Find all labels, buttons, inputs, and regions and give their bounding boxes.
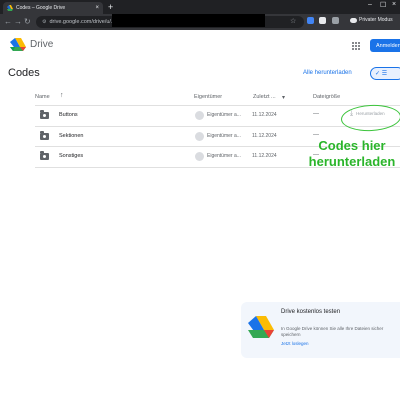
annotation-text: Codes hier herunterladen [304,138,400,170]
extension-icon[interactable] [307,17,314,24]
sort-arrow-up-icon[interactable]: ↑ [60,92,64,99]
folder-name: Sektionen [59,133,84,139]
file-size: — [313,111,319,117]
window-close-icon[interactable]: × [392,1,396,8]
view-toggle[interactable]: ✓ ☰ [370,67,400,80]
drive-promo-card: Drive kostenlos testen In Google Drive k… [241,302,400,358]
new-tab-button[interactable]: + [108,3,113,12]
site-info-icon[interactable]: ⚙ [42,19,46,25]
shared-folder-icon [40,151,49,160]
owner-name: Eigentümer a... [207,153,241,159]
browser-tabstrip: Codes – Google Drive × + – ☐ × [0,0,400,14]
side-panel-icon[interactable] [332,17,339,24]
maximize-icon[interactable]: ☐ [380,1,386,9]
column-header-size[interactable]: Dateigröße [313,94,340,100]
owner-avatar-icon [195,132,204,141]
browser-tab[interactable]: Codes – Google Drive × [3,2,103,14]
promo-title: Drive kostenlos testen [281,309,341,315]
incognito-icon [350,17,357,23]
column-header-owner[interactable]: Eigentümer [194,94,222,100]
private-mode-indicator[interactable]: Privater Modus [350,17,393,23]
owner-avatar-icon [195,152,204,161]
reload-icon[interactable]: ↻ [24,17,31,26]
modified-date: 11.12.2024 [252,112,277,118]
tab-title: Codes – Google Drive [16,5,66,11]
redaction-bar [112,14,265,27]
annotation-line: Codes hier [318,138,386,153]
drive-logo-icon [248,316,274,338]
column-header-name[interactable]: Name [35,94,50,100]
promo-description: In Google Drive können Sie alle Ihre Dat… [281,326,384,337]
shared-folder-icon [40,131,49,140]
owner-avatar-icon [195,111,204,120]
page-title: Codes [8,67,40,79]
modified-date: 11.12.2024 [252,153,277,159]
shared-folder-icon [40,110,49,119]
drive-app-name: Drive [30,39,54,50]
folder-name: Sonstiges [59,153,84,159]
owner-name: Eigentümer a... [207,133,241,139]
address-text: drive.google.com/drive/u/... [49,19,116,25]
annotation-line: herunterladen [308,154,396,169]
apps-grid-icon[interactable] [352,42,360,50]
private-mode-label: Privater Modus [359,17,393,23]
drive-header: Drive Anmelden [0,30,400,60]
back-icon[interactable]: ← [4,17,12,26]
extension-icon[interactable] [319,17,326,24]
drive-logo-icon[interactable] [10,38,26,51]
owner-name: Eigentümer a... [207,112,241,118]
minimize-icon[interactable]: – [368,1,372,8]
signin-button[interactable]: Anmelden [370,39,400,52]
promo-link[interactable]: Jetzt loslegen [281,341,309,346]
column-header-modified[interactable]: Zuletzt ... [253,94,276,100]
forward-icon[interactable]: → [14,17,22,26]
tab-close-icon[interactable]: × [95,5,99,11]
bookmark-star-icon[interactable]: ☆ [290,17,296,25]
folder-name: Buttons [59,112,78,118]
drive-favicon-icon [7,5,13,11]
modified-date: 11.12.2024 [252,133,277,139]
sort-arrow-down-icon[interactable]: ▾ [282,94,285,101]
download-all-button[interactable]: Alle herunterladen [303,70,352,76]
screenshot-frame: Codes – Google Drive × + – ☐ × ← → ↻ ⚙ d… [0,0,400,400]
